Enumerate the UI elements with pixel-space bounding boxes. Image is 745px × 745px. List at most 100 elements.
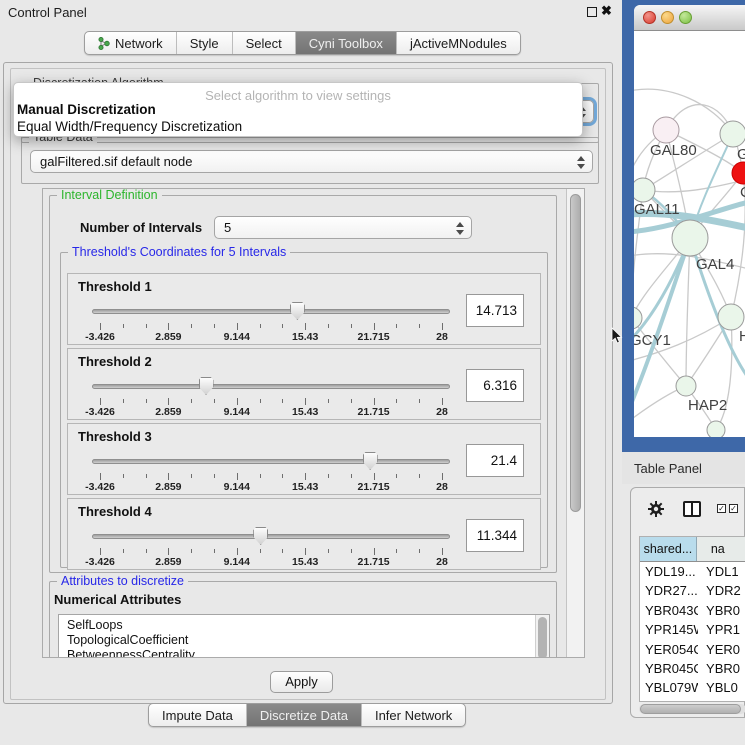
slider-tick-label: 2.859 [155, 481, 181, 493]
attribute-list-item[interactable]: BetweennessCentrality [59, 648, 549, 658]
node-label: GAL11 [634, 201, 680, 218]
tab-jactivemnodules[interactable]: jActiveMNodules [397, 32, 520, 54]
slider-tick [374, 398, 375, 405]
tab-select[interactable]: Select [233, 32, 296, 54]
slider-tick-label: 21.715 [358, 481, 390, 493]
node-GAL11[interactable] [634, 178, 655, 202]
tab-cyni-toolbox[interactable]: Cyni Toolbox [296, 32, 397, 54]
threshold-value-field[interactable]: 21.4 [466, 444, 524, 477]
threshold-label: Threshold 3 [78, 429, 152, 444]
slider-tick [146, 324, 147, 328]
table-row[interactable]: YLR345WYLR3 [640, 698, 745, 702]
node-GAL80[interactable] [653, 117, 679, 143]
table-horizontal-scrollbar[interactable] [639, 703, 745, 715]
split-columns-icon[interactable] [683, 501, 701, 517]
network-canvas[interactable]: GAL80GACGAL11GAL4GCY1HHAP2 [634, 31, 745, 437]
threshold-value-field[interactable]: 11.344 [466, 519, 524, 552]
node-unlabeled-top[interactable] [720, 121, 745, 147]
threshold-slider[interactable]: -3.4262.8599.14415.4321.71528 [92, 527, 450, 567]
tab-network[interactable]: Network [85, 32, 177, 54]
node-label: H [739, 328, 745, 345]
float-window-icon[interactable] [587, 7, 597, 17]
threshold-slider[interactable]: -3.4262.8599.14415.4321.71528 [92, 302, 450, 342]
threshold-slider[interactable]: -3.4262.8599.14415.4321.71528 [92, 452, 450, 492]
tab-impute-data[interactable]: Impute Data [149, 704, 247, 726]
attribute-list-item[interactable]: SelfLoops [59, 618, 549, 633]
slider-thumb[interactable] [290, 302, 305, 320]
slider-thumb[interactable] [363, 452, 378, 470]
attributes-group-title: Attributes to discretize [57, 574, 188, 588]
attributes-scrollbar[interactable] [535, 615, 549, 658]
slider-tick [442, 398, 443, 405]
slider-thumb[interactable] [199, 377, 214, 395]
node-GAL4[interactable] [672, 220, 708, 256]
table-row[interactable]: YDL19...YDL1 [640, 562, 745, 581]
numerical-attributes-label: Numerical Attributes [54, 592, 181, 607]
threshold-value-field[interactable]: 14.713 [466, 294, 524, 327]
thresholds-group-title: Threshold's Coordinates for 5 Intervals [68, 245, 290, 259]
tab-label: jActiveMNodules [410, 36, 507, 51]
table-column-header[interactable]: shared... [640, 537, 697, 561]
node-GCY1[interactable] [634, 307, 642, 329]
node-red[interactable] [732, 162, 745, 184]
table-panel-window: ✓ ✓ shared...na YDL19...YDL1YDR27...YDR2… [630, 487, 745, 718]
tab-infer-network[interactable]: Infer Network [362, 704, 465, 726]
slider-tick-label: 15.43 [292, 406, 318, 418]
table-cell: YBR045C [640, 659, 698, 678]
table-row[interactable]: YPR145WYPR1 [640, 620, 745, 639]
slider-tick [328, 549, 329, 553]
table-cell: YDR2 [698, 581, 745, 600]
table-row[interactable]: YDR27...YDR2 [640, 581, 745, 600]
minimize-traffic-light-icon[interactable] [661, 11, 674, 24]
checkbox-column-icon[interactable]: ✓ [717, 504, 726, 513]
table-row[interactable]: YBR045CYBR0 [640, 659, 745, 678]
slider-tick [191, 474, 192, 478]
slider-tick [419, 324, 420, 328]
node-HAP2[interactable] [676, 376, 696, 396]
table-row[interactable]: YBL079WYBL0 [640, 678, 745, 697]
cyni-bottom-tabs: Impute Data Discretize DataInfer Network [148, 703, 466, 727]
numerical-attributes-list[interactable]: SelfLoopsTopologicalCoefficientBetweenne… [58, 614, 550, 658]
number-of-intervals-select[interactable]: 5 [214, 216, 472, 239]
gear-icon[interactable] [647, 500, 665, 518]
node-H[interactable] [718, 304, 744, 330]
slider-tick [282, 399, 283, 403]
close-traffic-light-icon[interactable] [643, 11, 656, 24]
tab-discretize-data[interactable]: Discretize Data [247, 704, 362, 726]
attributes-group: Attributes to discretize Numerical Attri… [49, 581, 557, 658]
node-attribute-table[interactable]: shared...na YDL19...YDL1YDR27...YDR2YBR0… [639, 536, 745, 702]
attribute-list-item[interactable]: TopologicalCoefficient [59, 633, 549, 648]
slider-tick [191, 549, 192, 553]
slider-tick-label: 15.43 [292, 331, 318, 343]
table-panel-title: Table Panel [634, 461, 702, 476]
slider-thumb[interactable] [253, 527, 268, 545]
table-row[interactable]: YBR043CYBR0 [640, 601, 745, 620]
table-cell: YBR0 [698, 601, 745, 620]
slider-tick [100, 323, 101, 330]
tab-label: Impute Data [162, 708, 233, 723]
node-unlabeled-bottom[interactable] [707, 421, 725, 437]
checkbox-column-icon[interactable]: ✓ [729, 504, 738, 513]
tab-style[interactable]: Style [177, 32, 233, 54]
slider-tick [123, 399, 124, 403]
control-panel-title: Control Panel [8, 5, 87, 20]
algorithm-option[interactable]: Manual Discretization [17, 102, 156, 117]
table-data-select[interactable]: galFiltered.sif default node [30, 150, 593, 173]
table-panel-strip: Table Panel [622, 452, 745, 484]
table-column-header[interactable]: na [697, 537, 745, 561]
zoom-traffic-light-icon[interactable] [679, 11, 692, 24]
apply-button[interactable]: Apply [270, 671, 333, 693]
threshold-value-field[interactable]: 6.316 [466, 369, 524, 402]
close-icon[interactable]: ✖ [601, 3, 612, 19]
slider-tick-label: 21.715 [358, 331, 390, 343]
threshold-slider[interactable]: -3.4262.8599.14415.4321.71528 [92, 377, 450, 417]
settings-vertical-scrollbar[interactable] [566, 189, 584, 658]
slider-tick [419, 474, 420, 478]
slider-tick [168, 473, 169, 480]
algorithm-option[interactable]: Equal Width/Frequency Discretization [17, 119, 242, 134]
network-edge[interactable] [686, 238, 690, 386]
slider-tick [260, 324, 261, 328]
table-row[interactable]: YER054CYER0 [640, 640, 745, 659]
table-cell: YPR145W [640, 620, 698, 639]
slider-tick [146, 399, 147, 403]
